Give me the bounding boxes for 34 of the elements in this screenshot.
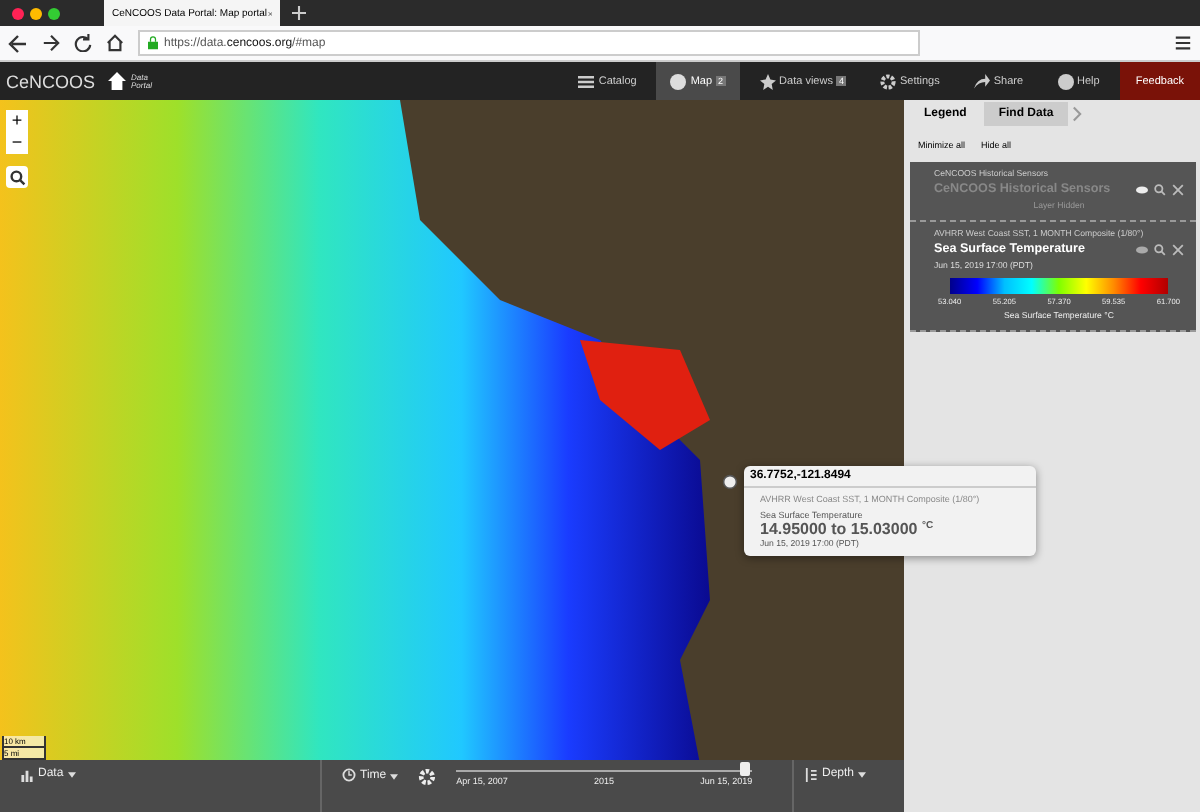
clock-icon bbox=[342, 768, 356, 783]
arrow-icon bbox=[973, 73, 990, 89]
warm-water-patch bbox=[580, 340, 710, 450]
gear-icon[interactable] bbox=[418, 768, 437, 787]
menu-icon[interactable] bbox=[1174, 34, 1192, 52]
magnifier-icon[interactable] bbox=[1154, 183, 1166, 195]
eye-icon[interactable] bbox=[1136, 243, 1148, 255]
popup-value: 14.95000 to 15.03000 bbox=[760, 520, 918, 538]
slider-handle[interactable] bbox=[739, 762, 750, 777]
close-window-icon[interactable] bbox=[12, 7, 24, 19]
caret-icon bbox=[858, 772, 867, 779]
caret-icon bbox=[67, 772, 76, 779]
new-tab-icon[interactable] bbox=[292, 6, 306, 20]
zoom-search-button[interactable] bbox=[6, 166, 28, 188]
close-icon[interactable] bbox=[1172, 183, 1184, 195]
magnifier-icon bbox=[9, 169, 25, 185]
bar-chart-icon bbox=[20, 768, 34, 783]
reload-icon[interactable] bbox=[74, 34, 92, 52]
magnifier-icon[interactable] bbox=[1154, 243, 1166, 255]
gear-icon bbox=[879, 73, 896, 89]
depth-icon bbox=[804, 768, 818, 783]
home-icon[interactable] bbox=[106, 34, 124, 52]
caret-icon bbox=[390, 774, 399, 781]
forward-icon[interactable] bbox=[42, 34, 60, 52]
minimize-window-icon[interactable] bbox=[30, 7, 42, 19]
maximize-window-icon[interactable] bbox=[48, 7, 60, 19]
lock-icon bbox=[148, 36, 158, 50]
logo[interactable]: CeNCOOS bbox=[6, 71, 96, 91]
close-icon[interactable] bbox=[1172, 243, 1184, 255]
eye-icon[interactable] bbox=[1136, 183, 1148, 195]
back-icon[interactable] bbox=[8, 33, 28, 53]
home-icon[interactable] bbox=[107, 72, 126, 90]
list-icon bbox=[578, 73, 595, 89]
star-icon bbox=[759, 73, 776, 89]
